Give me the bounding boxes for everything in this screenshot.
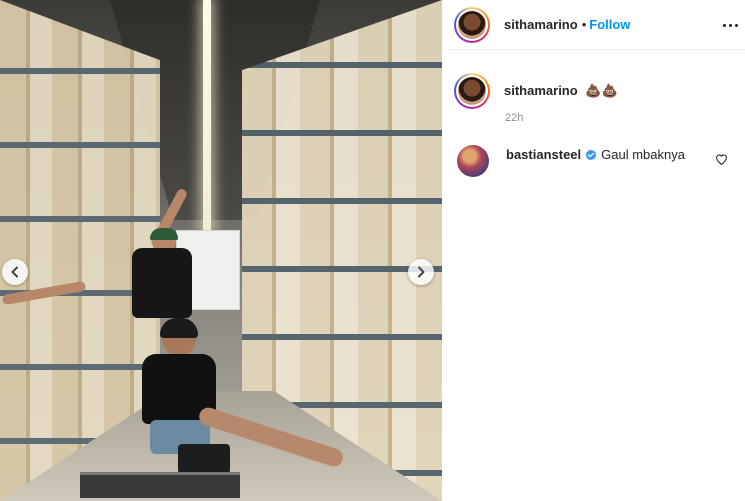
follow-button[interactable]: Follow — [589, 17, 630, 32]
avatar-image — [458, 77, 486, 105]
heart-icon[interactable] — [715, 153, 728, 166]
shopping-cart — [80, 472, 240, 498]
chevron-right-icon — [418, 266, 425, 278]
comment-text: Gaul mbaknya — [601, 147, 685, 162]
avatar-image — [458, 10, 486, 39]
post-caption: sithamarino 💩💩 — [454, 73, 618, 109]
post-photo[interactable] — [0, 0, 442, 501]
ceiling-light — [203, 0, 211, 230]
caption-avatar[interactable] — [454, 73, 490, 109]
more-options-icon — [722, 23, 726, 27]
handbag — [178, 444, 230, 474]
commenter-avatar[interactable] — [457, 145, 489, 177]
caption-username[interactable]: sithamarino — [504, 83, 578, 98]
comment-item: bastiansteel Gaul mbaknya — [457, 145, 737, 177]
author-avatar[interactable] — [454, 6, 490, 43]
post-sidebar: sithamarino • Follow sithamarino 💩💩 22h … — [442, 0, 745, 501]
separator-dot: • — [581, 17, 587, 32]
post-timestamp[interactable]: 22h — [505, 112, 523, 124]
verified-badge-icon — [585, 149, 597, 160]
previous-photo-button[interactable] — [2, 259, 28, 285]
author-username[interactable]: sithamarino — [504, 17, 578, 32]
next-photo-button[interactable] — [408, 259, 434, 285]
chevron-left-icon — [11, 266, 18, 278]
post-header: sithamarino • Follow — [442, 0, 745, 50]
caption-text: 💩💩 — [585, 83, 618, 98]
green-cap — [150, 228, 178, 240]
person-hair — [160, 318, 198, 338]
more-options-button[interactable] — [721, 17, 739, 33]
commenter-username[interactable]: bastiansteel — [506, 147, 581, 162]
person-body — [132, 248, 192, 318]
